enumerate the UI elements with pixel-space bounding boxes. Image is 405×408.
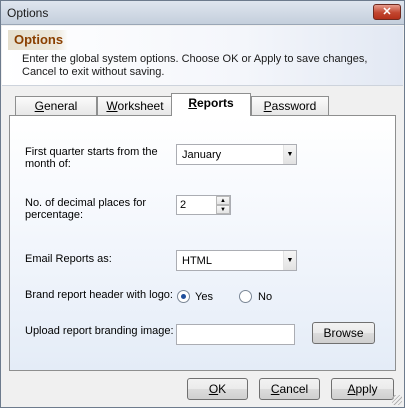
window-title: Options: [7, 6, 49, 20]
tab-password-accel: P: [263, 99, 272, 113]
tab-general-accel: G: [34, 99, 44, 113]
tab-password[interactable]: Password: [251, 96, 329, 116]
apply-accel: A: [347, 382, 356, 396]
tab-reports-label: eports: [196, 96, 234, 110]
cancel-button[interactable]: Cancel: [259, 378, 320, 400]
chevron-down-icon[interactable]: ▼: [283, 251, 296, 270]
reports-panel: First quarter starts from the month of: …: [9, 115, 396, 371]
stepper-buttons: ▲ ▼: [216, 196, 230, 214]
header-description: Enter the global system options. Choose …: [22, 53, 368, 78]
decimal-places-value: 2: [180, 199, 187, 211]
ok-accel: O: [208, 382, 219, 396]
apply-label: pply: [355, 382, 378, 396]
browse-button[interactable]: Browse: [312, 322, 375, 344]
tab-strip: General Worksheet Reports Password: [9, 93, 396, 116]
tab-password-label: assword: [271, 99, 317, 113]
email-reports-label: Email Reports as:: [25, 253, 112, 265]
title-bar[interactable]: Options ✕: [1, 1, 404, 25]
first-quarter-select[interactable]: January ▼: [176, 144, 297, 165]
brand-no-label[interactable]: No: [258, 291, 272, 303]
ok-label: K: [218, 382, 227, 396]
tab-reports-accel: R: [188, 96, 197, 110]
tab-general-label: eneral: [43, 99, 78, 113]
apply-button[interactable]: Apply: [331, 378, 394, 400]
brand-header-label: Brand report header with logo:: [25, 289, 173, 301]
tab-reports[interactable]: Reports: [171, 93, 251, 116]
tab-worksheet[interactable]: Worksheet: [97, 96, 173, 116]
cancel-label: ancel: [279, 382, 309, 396]
first-quarter-label: First quarter starts from the month of:: [25, 146, 158, 170]
tab-worksheet-label: orksheet: [117, 99, 164, 113]
decimal-places-stepper[interactable]: 2 ▲ ▼: [176, 195, 231, 215]
spin-up-icon[interactable]: ▲: [216, 196, 230, 205]
email-format-value: HTML: [182, 255, 212, 267]
ok-button[interactable]: OK: [187, 378, 248, 400]
email-format-select[interactable]: HTML ▼: [176, 250, 297, 271]
first-quarter-value: January: [182, 149, 222, 161]
header-title: Options: [8, 30, 68, 50]
options-dialog: Options ✕ Options Enter the global syste…: [0, 0, 405, 408]
dialog-header: Options Enter the global system options.…: [2, 26, 403, 86]
brand-no-radio[interactable]: [239, 290, 252, 303]
tab-worksheet-accel: W: [106, 99, 118, 113]
brand-yes-radio[interactable]: [177, 290, 190, 303]
resize-grip-icon[interactable]: [392, 395, 402, 405]
upload-image-label: Upload report branding image:: [25, 325, 174, 337]
tab-general[interactable]: General: [15, 96, 97, 116]
upload-image-input[interactable]: [176, 324, 295, 345]
close-icon: ✕: [382, 6, 392, 18]
decimal-places-label: No. of decimal places for percentage:: [25, 197, 147, 221]
close-button[interactable]: ✕: [373, 4, 401, 20]
spin-down-icon[interactable]: ▼: [216, 205, 230, 214]
chevron-down-icon[interactable]: ▼: [283, 145, 296, 164]
brand-yes-label[interactable]: Yes: [195, 291, 213, 303]
